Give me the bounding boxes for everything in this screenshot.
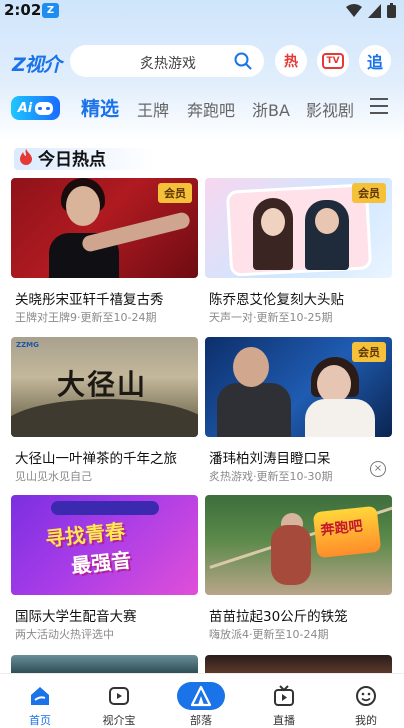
video-title: 国际大学生配音大赛 xyxy=(15,609,137,625)
status-icons xyxy=(346,3,396,18)
follow-button[interactable]: 追 xyxy=(359,45,391,77)
video-title: 陈乔恩艾伦复刻大头贴 xyxy=(209,292,344,308)
broadcaster-logo: ZZMG xyxy=(16,341,39,349)
nav-label: 部落 xyxy=(190,714,212,727)
tab-ace[interactable]: 王牌 xyxy=(137,97,169,121)
tribe-icon xyxy=(190,685,212,707)
video-thumbnail: 奔跑吧 xyxy=(205,495,392,595)
video-subtitle: 两大活动火热评选中 xyxy=(15,628,114,641)
search-bar[interactable]: 炙热游戏 xyxy=(70,45,264,77)
show-logo: 奔跑吧 xyxy=(312,505,382,559)
header: Z视介 炙热游戏 热 TV 追 xyxy=(0,40,404,84)
tab-keep-running[interactable]: 奔跑吧 xyxy=(187,97,235,121)
live-icon xyxy=(274,685,294,706)
vip-badge: 会员 xyxy=(352,183,386,203)
video-subtitle: 嗨放派4·更新至10-24期 xyxy=(209,628,329,641)
hot-button[interactable]: 热 xyxy=(275,45,307,77)
menu-icon[interactable] xyxy=(370,98,388,119)
nav-home[interactable]: 首页 xyxy=(0,674,80,727)
tv-icon: TV xyxy=(322,53,344,69)
home-icon xyxy=(31,687,49,705)
tv-button[interactable]: TV xyxy=(317,45,349,77)
channel-tabs: Ai 精选 王牌 奔跑吧 浙BA 影视剧 xyxy=(0,90,404,124)
app-logo[interactable]: Z视介 xyxy=(12,50,62,77)
video-thumbnail: ZZMG 大径山 xyxy=(11,337,198,437)
video-subtitle: 炙热游戏·更新至10-30期 xyxy=(209,470,333,483)
ai-assistant-button[interactable]: Ai xyxy=(11,96,60,120)
tab-dramas[interactable]: 影视剧 xyxy=(306,97,354,121)
video-subtitle: 见山见水见自己 xyxy=(15,470,92,483)
video-title: 潘玮柏刘涛目瞪口呆 xyxy=(209,451,331,467)
nav-label: 我的 xyxy=(355,714,377,727)
video-subtitle: 天声一对·更新至10-25期 xyxy=(209,311,333,324)
section-header: 今日热点 xyxy=(18,142,106,172)
search-icon[interactable] xyxy=(234,52,252,70)
nav-profile[interactable]: 我的 xyxy=(326,674,404,727)
video-title: 关晓彤宋亚轩千禧复古秀 xyxy=(15,292,164,308)
hot-icon: 热 xyxy=(284,54,298,70)
robot-face-icon xyxy=(35,101,54,115)
nav-label: 视介宝 xyxy=(102,714,136,727)
thumbnail-calligraphy: 大径山 xyxy=(57,368,148,401)
bottom-navigation: 首页 视介宝 部落 直播 我的 xyxy=(0,673,404,727)
nav-tribe[interactable]: 部落 xyxy=(161,674,241,727)
flame-icon xyxy=(20,149,32,165)
video-thumbnail: 会员 xyxy=(205,178,392,278)
thumbnail-headline-2: 最强音 xyxy=(70,547,133,579)
video-thumbnail: 寻找青春 最强音 xyxy=(11,495,198,595)
video-thumbnail-partial[interactable] xyxy=(11,655,198,673)
ad-close-icon[interactable]: × xyxy=(370,461,386,477)
wifi-icon xyxy=(346,3,362,17)
video-thumbnail-partial[interactable] xyxy=(205,655,392,673)
tab-zhe-ba[interactable]: 浙BA xyxy=(252,97,290,121)
status-bar: 2:02 Z xyxy=(0,0,404,22)
profile-icon xyxy=(356,686,376,706)
vip-badge: 会员 xyxy=(158,183,192,203)
app-notification-icon: Z xyxy=(42,3,59,18)
vip-badge: 会员 xyxy=(352,342,386,362)
nav-label: 直播 xyxy=(273,714,295,727)
nav-live[interactable]: 直播 xyxy=(244,674,324,727)
section-title: 今日热点 xyxy=(38,149,106,170)
video-thumbnail: 会员 xyxy=(205,337,392,437)
signal-icon xyxy=(368,3,381,18)
tv-icon xyxy=(109,687,129,705)
tab-featured[interactable]: 精选 xyxy=(81,94,119,121)
video-subtitle: 王牌对王牌9·更新至10-24期 xyxy=(15,311,157,324)
video-thumbnail: 会员 xyxy=(11,178,198,278)
nav-video-treasure[interactable]: 视介宝 xyxy=(79,674,159,727)
ai-label: Ai xyxy=(17,100,33,116)
status-time: 2:02 xyxy=(4,1,42,19)
video-title: 大径山一叶禅茶的千年之旅 xyxy=(15,451,177,467)
search-placeholder: 炙热游戏 xyxy=(140,56,196,72)
battery-icon xyxy=(387,3,396,18)
follow-icon: 追 xyxy=(366,53,383,72)
nav-label: 首页 xyxy=(29,714,51,727)
video-title: 苗苗拉起30公斤的铁笼 xyxy=(209,609,348,625)
